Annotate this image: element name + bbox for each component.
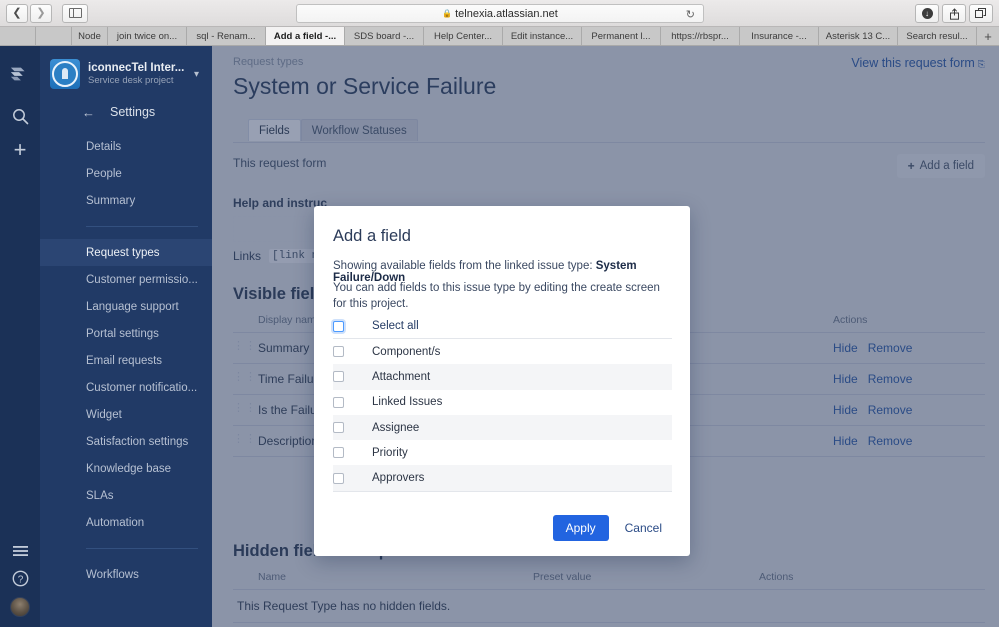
- reload-button[interactable]: ↻: [686, 8, 695, 21]
- field-option-row[interactable]: Approvers: [333, 465, 672, 491]
- field-option-label: Priority: [372, 446, 408, 459]
- browser-tab[interactable]: Permanent l...: [582, 27, 661, 45]
- browser-tab[interactable]: [0, 27, 36, 45]
- browser-sidebar-toggle-button[interactable]: [62, 3, 88, 23]
- field-checkbox[interactable]: [333, 472, 344, 484]
- browser-nav-buttons: ❮ ❯: [6, 3, 52, 23]
- lock-icon: 🔒: [442, 9, 453, 18]
- browser-tab[interactable]: Asterisk 13 C...: [819, 27, 898, 45]
- field-checkbox[interactable]: [333, 447, 344, 459]
- browser-tab[interactable]: Insurance -...: [740, 27, 819, 45]
- browser-tab[interactable]: SDS board -...: [345, 27, 424, 45]
- field-checkbox[interactable]: [333, 422, 344, 434]
- cancel-button[interactable]: Cancel: [615, 515, 672, 541]
- browser-tab[interactable]: Node: [72, 27, 108, 45]
- field-option-label: Assignee: [372, 421, 420, 434]
- page-body: + ? iconnecTel Inter... Service desk pro…: [0, 46, 999, 627]
- downloads-button[interactable]: ↓: [915, 4, 939, 23]
- address-bar-url: telnexia.atlassian.net: [455, 7, 558, 20]
- browser-tab[interactable]: sql - Renam...: [187, 27, 266, 45]
- add-a-field-dialog: Add a field Showing available fields fro…: [314, 206, 690, 556]
- select-all-checkbox[interactable]: [333, 320, 344, 332]
- share-button[interactable]: [942, 4, 966, 23]
- dialog-description-secondary: You can add fields to this issue type by…: [333, 282, 660, 310]
- forward-button[interactable]: ❯: [30, 3, 52, 23]
- field-option-row[interactable]: Attachment: [333, 364, 672, 390]
- browser-tab[interactable]: Add a field -...: [266, 27, 345, 45]
- field-option-label: Linked Issues: [372, 396, 443, 409]
- browser-toolbar: ❮ ❯ 🔒 telnexia.atlassian.net ↻ ↓: [0, 0, 999, 27]
- field-checkbox[interactable]: [333, 371, 344, 383]
- browser-tab[interactable]: Edit instance...: [503, 27, 582, 45]
- field-option-label: Approvers: [372, 472, 425, 485]
- select-all-label: Select all: [372, 320, 419, 332]
- field-checkbox[interactable]: [333, 346, 344, 358]
- tab-overview-icon: [975, 8, 986, 18]
- available-fields-list: Component/s Attachment Linked Issues Assign…: [333, 339, 672, 491]
- browser-tab[interactable]: https://rbspr...: [661, 27, 740, 45]
- browser-tab-strip: Node join twice on... sql - Renam... Add a …: [0, 27, 999, 46]
- browser-tab[interactable]: Help Center...: [424, 27, 503, 45]
- dialog-description-prefix: Showing available fields from the linked…: [333, 260, 596, 272]
- browser-tab[interactable]: [36, 27, 72, 45]
- tab-overview-button[interactable]: [969, 4, 993, 23]
- address-bar[interactable]: 🔒 telnexia.atlassian.net ↻: [296, 4, 704, 23]
- dialog-title: Add a field: [333, 227, 411, 245]
- share-icon: [949, 7, 959, 20]
- dialog-footer: Apply Cancel: [552, 515, 672, 541]
- field-option-label: Component/s: [372, 345, 441, 358]
- field-option-label: Attachment: [372, 370, 431, 383]
- browser-right-buttons: ↓: [915, 4, 993, 23]
- dialog-divider-bottom: [333, 491, 672, 492]
- field-checkbox[interactable]: [333, 396, 344, 408]
- field-option-row[interactable]: Priority: [333, 440, 672, 465]
- browser-tab[interactable]: Search resul...: [898, 27, 977, 45]
- select-all-row[interactable]: Select all: [333, 314, 672, 338]
- new-tab-button[interactable]: +: [977, 27, 999, 45]
- apply-button[interactable]: Apply: [552, 515, 609, 541]
- browser-tab[interactable]: join twice on...: [108, 27, 187, 45]
- field-option-row[interactable]: Linked Issues: [333, 390, 672, 415]
- sidebar-toggle-icon: [68, 8, 82, 18]
- field-option-row[interactable]: Assignee: [333, 414, 672, 441]
- field-option-row[interactable]: Component/s: [333, 339, 672, 364]
- back-button[interactable]: ❮: [6, 3, 28, 23]
- download-icon: ↓: [921, 8, 933, 19]
